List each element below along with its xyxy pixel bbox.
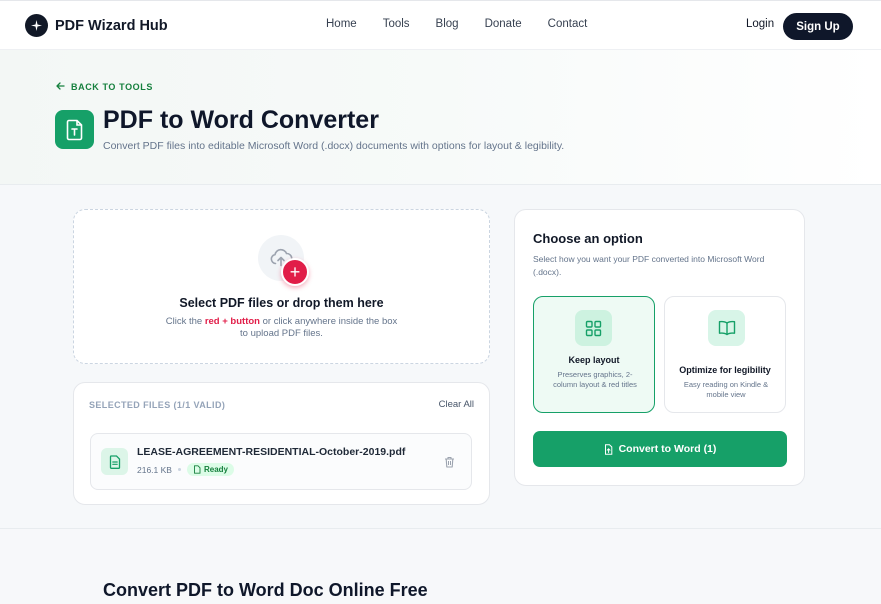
file-size: 216.1 KB [137, 464, 172, 475]
logo-text: PDF Wizard Hub [55, 17, 168, 34]
word-file-icon [55, 110, 94, 149]
trash-icon[interactable] [444, 455, 455, 473]
back-label: BACK TO TOOLS [71, 82, 153, 92]
selected-files-panel: SELECTED FILES (1/1 VALID) Clear All LEA… [73, 382, 490, 505]
options-panel: Choose an option Select how you want you… [514, 209, 805, 486]
option-keep-layout[interactable]: Keep layout Preserves graphics, 2-column… [533, 296, 655, 413]
upload-hint-highlight: red + button [204, 316, 260, 327]
main-nav: Home Tools Blog Donate Contact [326, 18, 613, 30]
nav-donate[interactable]: Donate [485, 18, 522, 30]
hero-section: BACK TO TOOLS PDF to Word Converter Conv… [0, 50, 881, 185]
arrow-left-icon [56, 82, 65, 92]
option-name: Keep layout [568, 355, 620, 365]
file-row: LEASE-AGREEMENT-RESIDENTIAL-October-2019… [90, 433, 472, 490]
option-desc: Easy reading on Kindle & mobile view [683, 380, 769, 399]
options-subtitle: Select how you want your PDF converted i… [533, 254, 765, 277]
upload-title: Select PDF files or drop them here [179, 296, 384, 310]
upload-hint-line2: to upload PDF files. [240, 328, 323, 339]
separator-dot [177, 468, 181, 471]
upload-hint-suffix: or click anywhere inside the box [259, 316, 398, 327]
page-title: PDF to Word Converter [103, 106, 379, 134]
convert-label: Convert to Word (1) [618, 443, 717, 455]
upload-hint-prefix: Click the [165, 316, 205, 327]
file-convert-icon [604, 443, 612, 455]
back-to-tools-link[interactable]: BACK TO TOOLS [56, 82, 153, 92]
file-meta: 216.1 KB Ready [137, 463, 234, 476]
section-title: Convert PDF to Word Doc Online Free [103, 580, 428, 600]
selected-files-heading: SELECTED FILES (1/1 VALID) [89, 400, 226, 410]
clear-all-button[interactable]: Clear All [439, 399, 474, 410]
upload-dropzone[interactable]: + Select PDF files or drop them here Cli… [73, 209, 490, 364]
page-subtitle: Convert PDF files into editable Microsof… [103, 140, 565, 152]
convert-button[interactable]: Convert to Word (1) [533, 431, 787, 467]
nav-blog[interactable]: Blog [436, 18, 459, 30]
site-header: PDF Wizard Hub Home Tools Blog Donate Co… [0, 0, 881, 50]
signup-button[interactable]: Sign Up [783, 13, 853, 40]
file-name: LEASE-AGREEMENT-RESIDENTIAL-October-2019… [137, 446, 406, 458]
plus-icon: + [289, 261, 301, 282]
upload-hint: Click the red + button or click anywhere… [74, 316, 489, 340]
option-name: Optimize for legibility [679, 365, 771, 375]
file-check-icon [194, 465, 201, 474]
grid-icon [575, 310, 612, 346]
nav-tools[interactable]: Tools [383, 18, 410, 30]
options-title: Choose an option [533, 231, 643, 246]
document-icon [101, 448, 128, 475]
add-file-button[interactable]: + [281, 258, 309, 286]
info-section: Convert PDF to Word Doc Online Free [0, 528, 881, 604]
sparkle-icon [25, 14, 48, 37]
login-link[interactable]: Login [746, 18, 774, 30]
logo[interactable]: PDF Wizard Hub [25, 14, 168, 37]
nav-contact[interactable]: Contact [548, 18, 588, 30]
book-icon [708, 310, 745, 346]
option-optimize-legibility[interactable]: Optimize for legibility Easy reading on … [664, 296, 786, 413]
status-badge: Ready [186, 463, 234, 476]
nav-home[interactable]: Home [326, 18, 357, 30]
status-label: Ready [203, 465, 228, 474]
option-desc: Preserves graphics, 2-column layout & re… [553, 370, 637, 389]
